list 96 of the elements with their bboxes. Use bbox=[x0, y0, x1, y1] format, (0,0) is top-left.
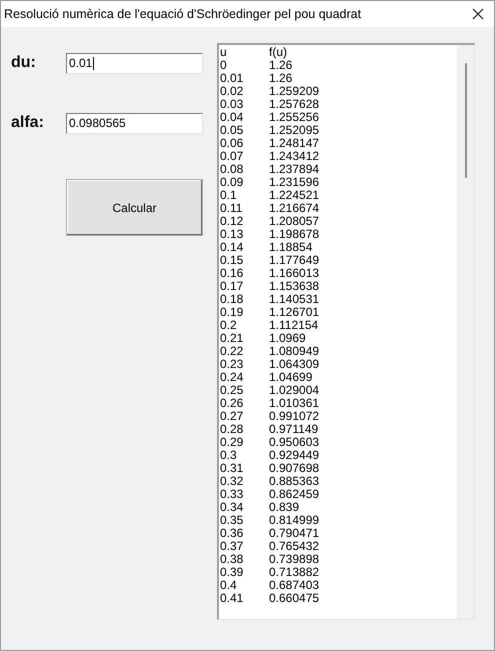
list-cell-text: 0.13 bbox=[220, 228, 244, 241]
list-cell: 0.660475 bbox=[269, 592, 320, 605]
list-cell-text: 0.24 bbox=[220, 371, 244, 384]
list-cell-text: 0.17 bbox=[220, 280, 244, 293]
list-cell-text: 0.01 bbox=[220, 72, 244, 85]
list-cell-text: 0.1 bbox=[220, 189, 238, 202]
list-cell: 1.140531 bbox=[269, 293, 320, 306]
list-cell-text: 0.11 bbox=[220, 202, 244, 215]
list-cell: 1.080949 bbox=[269, 345, 320, 358]
scroll-thumb[interactable] bbox=[464, 63, 466, 178]
results-list[interactable] bbox=[217, 43, 475, 620]
list-cell-text: 0.09 bbox=[220, 176, 244, 189]
list-cell-text: 0.26 bbox=[220, 397, 244, 410]
field-label: du: bbox=[11, 53, 37, 73]
list-cell-text: 0.02 bbox=[220, 85, 244, 98]
list-cell-text: 0.04 bbox=[220, 111, 244, 124]
list-cell: 0.790471 bbox=[269, 527, 320, 540]
list-cell: 1.18854 bbox=[269, 241, 312, 254]
calculate-button[interactable]: Calcular bbox=[66, 179, 203, 236]
list-cell-text: 0.41 bbox=[220, 592, 244, 605]
list-cell-text: 0.33 bbox=[220, 488, 244, 501]
list-cell: 1.112154 bbox=[269, 319, 318, 332]
list-cell-text: 0.2 bbox=[220, 319, 238, 332]
list-cell-text: 0.03 bbox=[220, 98, 244, 111]
list-cell-text: 0.34 bbox=[220, 501, 244, 514]
list-cell-text: 0.39 bbox=[220, 566, 244, 579]
field-label: alfa: bbox=[11, 113, 45, 133]
list-cell: 0.950603 bbox=[269, 436, 320, 449]
list-cell: 1.029004 bbox=[269, 384, 320, 397]
list-cell-text: 0.38 bbox=[220, 553, 244, 566]
list-cell: 1.26 bbox=[269, 72, 292, 85]
list-cell: 1.216674 bbox=[269, 202, 320, 215]
list-cell: 1.0969 bbox=[269, 332, 306, 345]
list-cell-text: 0.28 bbox=[220, 423, 244, 436]
list-cell: 1.153638 bbox=[269, 280, 320, 293]
list-cell-text: 0.32 bbox=[220, 475, 244, 488]
list-cell-text: 0.15 bbox=[220, 254, 244, 267]
list-cell: 1.04699 bbox=[269, 371, 312, 384]
list-cell-text: 0 bbox=[220, 59, 228, 72]
list-cell: 1.208057 bbox=[269, 215, 320, 228]
list-cell: 1.064309 bbox=[269, 358, 320, 371]
close-icon[interactable] bbox=[472, 8, 484, 20]
list-cell: 0.687403 bbox=[269, 579, 320, 592]
list-cell: 0.971149 bbox=[269, 423, 318, 436]
column-header: f(u) bbox=[269, 46, 287, 59]
scrollbar[interactable] bbox=[457, 45, 474, 619]
input-field[interactable]: 0.01 bbox=[66, 52, 203, 74]
list-cell: 1.224521 bbox=[269, 189, 320, 202]
list-cell: 1.126701 bbox=[269, 306, 320, 319]
list-cell-text: 0.29 bbox=[220, 436, 244, 449]
list-cell: 1.26 bbox=[269, 59, 292, 72]
list-cell-text: 0.31 bbox=[220, 462, 244, 475]
list-cell-text: 0.12 bbox=[220, 215, 244, 228]
list-cell: 1.231596 bbox=[269, 176, 320, 189]
list-cell-text: 0.3 bbox=[220, 449, 238, 462]
window-title: Resolució numèrica de l'equació d'Schröedinger pel pou quadrat bbox=[4, 6, 362, 23]
list-cell: 0.839 bbox=[269, 501, 300, 514]
list-cell: 1.237894 bbox=[269, 163, 320, 176]
list-cell-text: 0.22 bbox=[220, 345, 244, 358]
list-cell: 0.713882 bbox=[269, 566, 320, 579]
column-header: u bbox=[220, 46, 228, 59]
list-cell: 0.929449 bbox=[269, 449, 320, 462]
list-cell-text: 0.14 bbox=[220, 241, 244, 254]
list-cell: 1.255256 bbox=[269, 111, 320, 124]
list-cell: 0.907698 bbox=[269, 462, 320, 475]
list-cell-text: 0.19 bbox=[220, 306, 244, 319]
list-cell: 1.257628 bbox=[269, 98, 320, 111]
list-cell: 0.862459 bbox=[269, 488, 320, 501]
list-cell: 1.198678 bbox=[269, 228, 320, 241]
list-cell: 0.765432 bbox=[269, 540, 320, 553]
list-cell-text: 0.16 bbox=[220, 267, 244, 280]
list-cell-text: 0.05 bbox=[220, 124, 244, 137]
list-cell-text: 0.23 bbox=[220, 358, 244, 371]
list-cell: 1.243412 bbox=[269, 150, 320, 163]
list-cell-text: 0.36 bbox=[220, 527, 244, 540]
list-cell-text: 0.07 bbox=[220, 150, 244, 163]
list-cell: 1.177649 bbox=[269, 254, 320, 267]
list-cell-text: 0.25 bbox=[220, 384, 244, 397]
list-cell-text: 0.21 bbox=[220, 332, 244, 345]
list-cell: 0.739898 bbox=[269, 553, 320, 566]
list-cell-text: 0.18 bbox=[220, 293, 244, 306]
list-cell-text: 0.06 bbox=[220, 137, 244, 150]
list-cell: 0.991072 bbox=[269, 410, 320, 423]
list-cell: 1.248147 bbox=[269, 137, 320, 150]
list-cell: 1.259209 bbox=[269, 85, 320, 98]
input-field[interactable]: 0.0980565 bbox=[66, 112, 203, 134]
list-cell-text: 0.4 bbox=[220, 579, 238, 592]
list-cell-text: 0.27 bbox=[220, 410, 244, 423]
list-cell: 0.885363 bbox=[269, 475, 320, 488]
list-cell-text: 0.08 bbox=[220, 163, 244, 176]
list-cell: 1.010361 bbox=[269, 397, 320, 410]
list-cell-text: 0.37 bbox=[220, 540, 244, 553]
list-cell: 1.166013 bbox=[269, 267, 320, 280]
list-cell: 1.252095 bbox=[269, 124, 320, 137]
list-cell-text: 0.35 bbox=[220, 514, 244, 527]
list-cell: 0.814999 bbox=[269, 514, 320, 527]
